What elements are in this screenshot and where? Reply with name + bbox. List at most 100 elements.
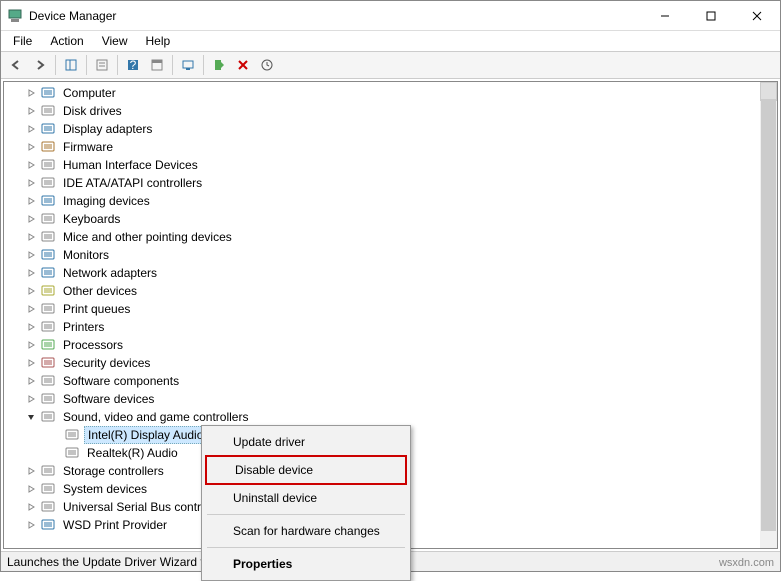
tree-item-label: Computer <box>60 85 119 101</box>
tree-item-label: Realtek(R) Audio <box>84 445 181 461</box>
forward-button[interactable] <box>29 54 51 76</box>
titlebar: Device Manager <box>1 1 780 31</box>
device-icon <box>40 103 56 119</box>
expander-icon[interactable] <box>48 446 62 460</box>
expander-icon[interactable] <box>24 392 38 406</box>
tree-item-label: Display adapters <box>60 121 155 137</box>
expander-icon[interactable] <box>24 464 38 478</box>
expander-icon[interactable] <box>24 284 38 298</box>
menu-file[interactable]: File <box>5 32 40 50</box>
tree-item-label: Mice and other pointing devices <box>60 229 235 245</box>
context-update-driver[interactable]: Update driver <box>205 429 407 455</box>
device-icon <box>40 175 56 191</box>
toolbar-separator <box>86 55 87 75</box>
expander-icon[interactable] <box>24 86 38 100</box>
close-button[interactable] <box>734 1 780 31</box>
device-icon <box>64 427 80 443</box>
tree-item[interactable]: Monitors <box>8 246 760 264</box>
context-disable-device[interactable]: Disable device <box>205 455 407 485</box>
scan-hardware-button[interactable] <box>177 54 199 76</box>
expander-icon[interactable] <box>24 356 38 370</box>
uninstall-button[interactable] <box>232 54 254 76</box>
toolbar-separator <box>203 55 204 75</box>
tree-item-label: WSD Print Provider <box>60 517 170 533</box>
tree-item[interactable]: Disk drives <box>8 102 760 120</box>
tree-item[interactable]: Computer <box>8 84 760 102</box>
tree-item-sound[interactable]: Sound, video and game controllers <box>8 408 760 426</box>
expander-icon[interactable] <box>24 158 38 172</box>
menu-action[interactable]: Action <box>42 32 91 50</box>
expander-icon[interactable] <box>24 140 38 154</box>
device-icon <box>40 229 56 245</box>
expander-icon[interactable] <box>24 266 38 280</box>
tree-item[interactable]: Print queues <box>8 300 760 318</box>
show-hide-tree-button[interactable] <box>60 54 82 76</box>
tree-item[interactable]: Network adapters <box>8 264 760 282</box>
expander-icon[interactable] <box>24 176 38 190</box>
help-button[interactable]: ? <box>122 54 144 76</box>
tree-item[interactable]: Display adapters <box>8 120 760 138</box>
tree-item[interactable]: Human Interface Devices <box>8 156 760 174</box>
expander-icon[interactable] <box>48 428 62 442</box>
back-button[interactable] <box>5 54 27 76</box>
tree-item[interactable]: Other devices <box>8 282 760 300</box>
context-uninstall-device[interactable]: Uninstall device <box>205 485 407 511</box>
update-driver-button[interactable] <box>256 54 278 76</box>
tree-item[interactable]: Mice and other pointing devices <box>8 228 760 246</box>
expander-icon[interactable] <box>24 500 38 514</box>
tree-item[interactable]: Software devices <box>8 390 760 408</box>
expander-icon[interactable] <box>24 230 38 244</box>
vertical-scrollbar[interactable] <box>760 82 777 548</box>
expander-icon[interactable] <box>24 482 38 496</box>
device-icon <box>40 337 56 353</box>
expander-icon[interactable] <box>24 320 38 334</box>
tree-item[interactable]: Printers <box>8 318 760 336</box>
expander-icon[interactable] <box>24 338 38 352</box>
tree-item[interactable]: Software components <box>8 372 760 390</box>
device-icon <box>40 319 56 335</box>
expander-icon[interactable] <box>24 104 38 118</box>
tree-item-label: Processors <box>60 337 126 353</box>
tree-item[interactable]: IDE ATA/ATAPI controllers <box>8 174 760 192</box>
tree-item[interactable]: Keyboards <box>8 210 760 228</box>
tree-item-label: Network adapters <box>60 265 160 281</box>
device-icon <box>40 391 56 407</box>
device-icon <box>40 157 56 173</box>
tree-item-label: Security devices <box>60 355 153 371</box>
tree-item-label: Other devices <box>60 283 140 299</box>
context-properties[interactable]: Properties <box>205 551 407 577</box>
menu-view[interactable]: View <box>94 32 136 50</box>
minimize-button[interactable] <box>642 1 688 31</box>
context-menu: Update driver Disable device Uninstall d… <box>201 425 411 581</box>
device-icon <box>40 247 56 263</box>
context-scan-hardware[interactable]: Scan for hardware changes <box>205 518 407 544</box>
window-title: Device Manager <box>29 9 642 23</box>
device-icon <box>40 499 56 515</box>
expander-icon[interactable] <box>24 194 38 208</box>
expander-icon[interactable] <box>24 518 38 532</box>
properties-button[interactable] <box>91 54 113 76</box>
app-icon <box>7 8 23 24</box>
expander-icon[interactable] <box>24 410 38 424</box>
menu-help[interactable]: Help <box>138 32 179 50</box>
device-icon <box>40 481 56 497</box>
tree-item[interactable]: Imaging devices <box>8 192 760 210</box>
tree-item[interactable]: Firmware <box>8 138 760 156</box>
tree-item[interactable]: Processors <box>8 336 760 354</box>
toolbar-icon[interactable] <box>146 54 168 76</box>
watermark: wsxdn.com <box>719 557 774 569</box>
expander-icon[interactable] <box>24 212 38 226</box>
expander-icon[interactable] <box>24 374 38 388</box>
expander-icon[interactable] <box>24 302 38 316</box>
tree-item-label: Keyboards <box>60 211 123 227</box>
tree-item-label: Disk drives <box>60 103 125 119</box>
context-separator <box>207 547 405 548</box>
maximize-button[interactable] <box>688 1 734 31</box>
expander-icon[interactable] <box>24 122 38 136</box>
toolbar-separator <box>117 55 118 75</box>
tree-item[interactable]: Security devices <box>8 354 760 372</box>
enable-button[interactable] <box>208 54 230 76</box>
tree-item-label: Print queues <box>60 301 133 317</box>
svg-text:?: ? <box>130 58 137 72</box>
expander-icon[interactable] <box>24 248 38 262</box>
